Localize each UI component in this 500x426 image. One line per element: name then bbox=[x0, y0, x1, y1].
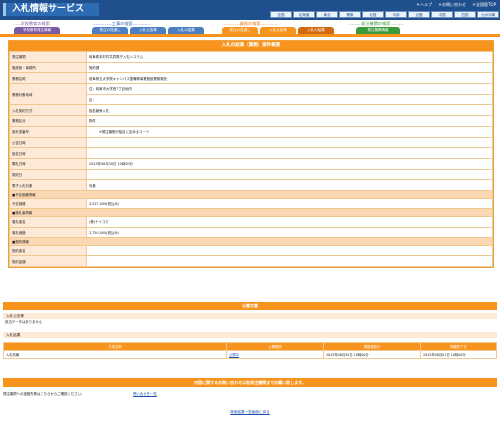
detail-label: 設計書番号 bbox=[9, 125, 87, 138]
detail-value: 指名競争入札 bbox=[86, 104, 493, 117]
detail-value: 2025年06月30日 10時00分 bbox=[86, 157, 493, 170]
detail-value bbox=[86, 255, 493, 268]
detail-value bbox=[86, 168, 493, 181]
back-to-results-link[interactable]: 検索結果一覧画面に戻る bbox=[230, 410, 270, 414]
detail-label: 落札価格 bbox=[9, 226, 87, 239]
contact-list-link[interactable]: 問い合せ先一覧 bbox=[133, 391, 157, 396]
no-data-text: 該当データはありません bbox=[5, 320, 43, 324]
header-bar: 入札情報サービス ＊ヘルプ ＊お問い合わせ ＊全国版TOP 全国 北海道 東北 … bbox=[0, 0, 500, 20]
gyomu-result-button[interactable]: 入札の結果 bbox=[298, 27, 334, 34]
region-tab[interactable]: 中部 bbox=[385, 11, 407, 18]
region-tabs: 全国 北海道 東北 関東 北陸 中部 近畿 中国 四国 九州沖縄 bbox=[270, 11, 499, 18]
region-tab[interactable]: 中国 bbox=[431, 11, 453, 18]
detail-label: 公告日時 bbox=[9, 136, 87, 149]
detail-label: 契約金額 bbox=[9, 255, 87, 268]
result-docs-table: 文書名称 公開期間 掲載更新日 掲載終了日 入札情報 公開中 2025年06月3… bbox=[3, 342, 497, 359]
detail-value: 物件 bbox=[86, 115, 493, 127]
hatchu-info-button[interactable]: 発注機関情報 bbox=[356, 27, 400, 34]
national-top-link[interactable]: ＊全国版TOP bbox=[472, 2, 496, 8]
gyomu-outlook-button[interactable]: 発注の見通し bbox=[222, 27, 258, 34]
detail-label: 電子入札対象 bbox=[9, 179, 87, 191]
nav-school: ‥‥‥学校教育の検索 学校教育発注情報 bbox=[14, 20, 60, 34]
detail-label: 業務区分 bbox=[9, 115, 87, 127]
region-tab[interactable]: 全国 bbox=[270, 11, 292, 18]
detail-value: 区： bbox=[86, 93, 493, 106]
detail-value: 住：岐阜市大学西7丁目地内 bbox=[86, 83, 493, 95]
public-docs-bar: 公開文書 bbox=[3, 302, 497, 310]
detail-value: 岐阜県本村村共同電子入札システム bbox=[86, 51, 493, 63]
doc-end: 2025年08月01日 10時00分 bbox=[420, 350, 497, 359]
detail-label: 指名日時 bbox=[9, 147, 87, 159]
detail-label: 入札契約方式 bbox=[9, 104, 87, 117]
result-subheading: 入札結果 bbox=[3, 332, 497, 338]
nav-koji-title: ‥‥‥‥‥‥‥‥‥工事の検索‥‥‥‥‥‥‥‥ bbox=[92, 21, 151, 26]
nav-gyomu: ‥‥‥‥‥‥‥‥業務の検索‥‥‥‥‥‥‥‥ 発注の見通し 入札公告等 入札の結果 bbox=[222, 20, 334, 34]
detail-label: 契約日 bbox=[9, 168, 87, 181]
table-row: 入札情報 公開中 2025年06月30日 10時00分 2025年08月01日 … bbox=[3, 350, 497, 359]
detail-label: 開札日時 bbox=[9, 157, 87, 170]
group-price-heading: ■予定価格情報 bbox=[9, 189, 493, 199]
nav-hatchu: ‥‥‥‥‥‥発注機関の検索‥‥‥‥‥‥ 発注機関情報 bbox=[348, 20, 404, 34]
detail-title: 入札の結果（業務）案件概要 bbox=[9, 41, 493, 51]
detail-value: 契約課 bbox=[86, 61, 493, 74]
region-tab[interactable]: 北海道 bbox=[293, 11, 315, 18]
detail-value bbox=[86, 136, 493, 149]
help-link[interactable]: ＊ヘルプ bbox=[416, 2, 432, 8]
doc-name: 入札情報 bbox=[3, 350, 227, 359]
region-tab[interactable]: 北陸 bbox=[362, 11, 384, 18]
detail-value: ※発注機関が独自に定めるコード bbox=[86, 125, 493, 138]
detail-value: (株)テイコク bbox=[86, 215, 493, 228]
col-header: 掲載更新日 bbox=[323, 342, 421, 351]
contact-section: 内容に関するお問い合わせは各発注機関までお願い致します。 発注機関への連絡先等は… bbox=[3, 378, 497, 396]
nav-koji: ‥‥‥‥‥‥‥‥‥工事の検索‥‥‥‥‥‥‥‥ 発注の見通し 入札公告等 入札の結… bbox=[92, 20, 204, 34]
public-docs-section: 公開文書 入札公告等 該当データはありません 入札結果 文書名称 公開期間 掲載… bbox=[3, 302, 497, 359]
detail-card: 入札の結果（業務）案件概要 発注機関 岐阜県本村村共同電子入札システム 施設部・事… bbox=[8, 40, 494, 269]
doc-updated: 2025年06月30日 10時00分 bbox=[323, 350, 421, 359]
group-winner-heading: ■落札者情報 bbox=[9, 208, 493, 217]
detail-value: 対象 bbox=[86, 179, 493, 191]
koji-notice-button[interactable]: 入札公告等 bbox=[130, 27, 166, 34]
detail-value: 3,027,000(税込み) bbox=[86, 197, 493, 210]
detail-value: 岐阜県五大学院キャンパス整備等事業施設業務委託 bbox=[86, 72, 493, 85]
detail-label: 発注機関 bbox=[9, 51, 87, 63]
region-tab[interactable]: 関東 bbox=[339, 11, 361, 18]
nav-underline bbox=[0, 34, 500, 37]
region-tab[interactable]: 東北 bbox=[316, 11, 338, 18]
detail-value bbox=[86, 244, 493, 257]
detail-label: 契約者名 bbox=[9, 244, 87, 257]
koji-outlook-button[interactable]: 発注の見通し bbox=[92, 27, 128, 34]
contact-text: 発注機関への連絡先等はこちらからご確認ください。 bbox=[3, 392, 85, 396]
group-contract-heading: ■契約情報 bbox=[9, 237, 493, 246]
col-header: 掲載終了日 bbox=[420, 342, 497, 351]
region-tab[interactable]: 近畿 bbox=[408, 11, 430, 18]
contact-bar: 内容に関するお問い合わせは各発注機関までお願い致します。 bbox=[3, 378, 497, 387]
nav-hatchu-title: ‥‥‥‥‥‥発注機関の検索‥‥‥‥‥‥ bbox=[348, 21, 404, 26]
col-header: 公開期間 bbox=[226, 342, 324, 351]
site-title: 入札情報サービス bbox=[3, 3, 99, 16]
gyomu-notice-button[interactable]: 入札公告等 bbox=[260, 27, 296, 34]
region-tab[interactable]: 九州沖縄 bbox=[477, 11, 499, 18]
doc-open-link[interactable]: 公開中 bbox=[229, 353, 239, 357]
detail-label: 業務対象地域 bbox=[9, 83, 87, 106]
school-order-button[interactable]: 学校教育発注情報 bbox=[14, 27, 60, 34]
col-header: 文書名称 bbox=[3, 342, 227, 351]
detail-label: 施設部・事務所 bbox=[9, 61, 87, 74]
detail-value: 2,750,000(税込み) bbox=[86, 226, 493, 239]
koji-result-button[interactable]: 入札の結果 bbox=[168, 27, 204, 34]
top-links: ＊ヘルプ ＊お問い合わせ ＊全国版TOP bbox=[416, 2, 496, 8]
detail-value bbox=[86, 147, 493, 159]
contact-link[interactable]: ＊お問い合わせ bbox=[438, 2, 466, 8]
region-tab[interactable]: 四国 bbox=[454, 11, 476, 18]
detail-label: 落札者名 bbox=[9, 215, 87, 228]
nav-school-title: ‥‥‥学校教育の検索 bbox=[14, 21, 50, 26]
detail-label: 業務名称 bbox=[9, 72, 87, 85]
nav-gyomu-title: ‥‥‥‥‥‥‥‥業務の検索‥‥‥‥‥‥‥‥ bbox=[222, 21, 279, 26]
detail-table: 発注機関 岐阜県本村村共同電子入札システム 施設部・事務所 契約課 業務名称 岐阜県五… bbox=[9, 51, 493, 268]
detail-label: 予定価格 bbox=[9, 197, 87, 210]
